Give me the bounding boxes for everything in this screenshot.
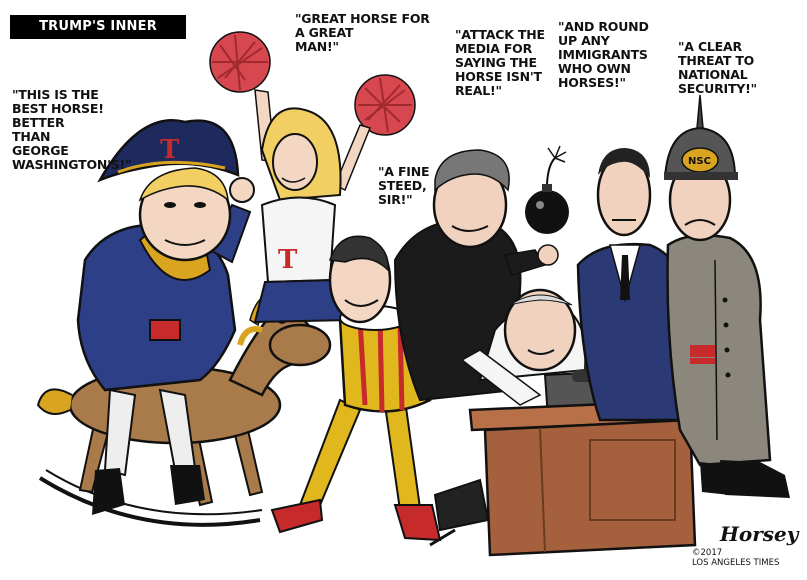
caption-general: "A CLEAR THREAT TO NATIONAL SECURITY!"	[678, 39, 757, 96]
caption-courtier: "A FINE STEED, SIR!"	[378, 164, 430, 207]
caption-miller: "AND ROUND UP ANY IMMIGRANTS WHO OWN HOR…	[558, 19, 649, 90]
caption-trump: "THIS IS THE BEST HORSE! BETTER THAN GEO…	[12, 87, 132, 172]
copyright-year: ©2017	[692, 548, 723, 558]
desk	[468, 398, 707, 557]
bomb-icon	[525, 145, 569, 234]
cartoon-title: TRUMP'S INNER CIRCLE:	[10, 15, 186, 58]
caption-cheerleader: "GREAT HORSE FOR A GREAT MAN!"	[295, 11, 430, 54]
hat-letter: T	[160, 135, 180, 165]
trump-figure	[76, 119, 255, 515]
shirt-letter: T	[278, 245, 298, 275]
caption-bannon: "ATTACK THE MEDIA FOR SAYING THE HORSE I…	[455, 27, 545, 98]
copyright: ©2017 LOS ANGELES TIMES	[692, 548, 779, 568]
publisher: LOS ANGELES TIMES	[692, 558, 780, 568]
general-figure	[663, 94, 790, 498]
pom-pom-left	[209, 31, 271, 93]
helmet-text: NSC	[688, 156, 711, 167]
artist-signature: Horsey	[720, 522, 799, 546]
